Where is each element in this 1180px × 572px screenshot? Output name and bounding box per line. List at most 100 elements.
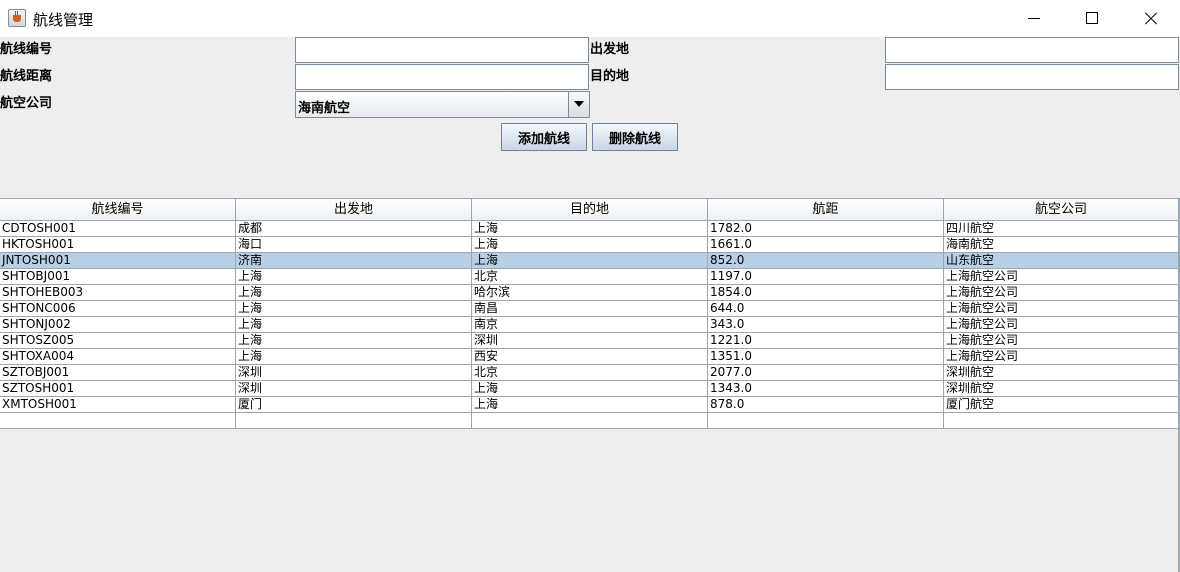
table-row[interactable]: JNTOSH001 济南 上海 852.0 山东航空 <box>0 253 1180 269</box>
cell-destination[interactable] <box>472 413 708 428</box>
cell-destination[interactable]: 北京 <box>472 365 708 380</box>
minimize-button[interactable] <box>1004 0 1062 37</box>
delete-route-button[interactable]: 删除航线 <box>592 123 678 151</box>
cell-route-no[interactable]: HKTOSH001 <box>0 237 236 252</box>
cell-distance[interactable]: 1661.0 <box>708 237 944 252</box>
close-button[interactable] <box>1120 0 1178 37</box>
add-route-button[interactable]: 添加航线 <box>501 123 587 151</box>
cell-destination[interactable]: 南昌 <box>472 301 708 316</box>
airline-label: 航空公司 <box>0 96 53 111</box>
table-row[interactable]: XMTOSH001 厦门 上海 878.0 厦门航空 <box>0 397 1180 413</box>
distance-field[interactable] <box>295 64 589 90</box>
cell-distance[interactable]: 1197.0 <box>708 269 944 284</box>
cell-destination[interactable]: 上海 <box>472 397 708 412</box>
maximize-button[interactable] <box>1062 0 1120 37</box>
column-header-route-no[interactable]: 航线编号 <box>0 199 236 220</box>
cell-destination[interactable]: 深圳 <box>472 333 708 348</box>
table-row[interactable]: SHTOSZ005 上海 深圳 1221.0 上海航空公司 <box>0 333 1180 349</box>
table-row[interactable]: SHTOXA004 上海 西安 1351.0 上海航空公司 <box>0 349 1180 365</box>
cell-destination[interactable]: 上海 <box>472 237 708 252</box>
cell-airline[interactable]: 上海航空公司 <box>944 349 1179 364</box>
table-row[interactable]: CDTOSH001 成都 上海 1782.0 四川航空 <box>0 221 1180 237</box>
cell-airline[interactable]: 四川航空 <box>944 221 1179 236</box>
cell-distance[interactable]: 1221.0 <box>708 333 944 348</box>
table-row[interactable] <box>0 413 1180 429</box>
cell-airline[interactable]: 上海航空公司 <box>944 285 1179 300</box>
window-title: 航线管理 <box>33 11 94 29</box>
dropdown-arrow-button[interactable] <box>568 92 589 117</box>
cell-distance[interactable]: 1343.0 <box>708 381 944 396</box>
cell-destination[interactable]: 南京 <box>472 317 708 332</box>
cell-route-no[interactable]: SHTOBJ001 <box>0 269 236 284</box>
column-header-distance[interactable]: 航距 <box>708 199 944 220</box>
cell-destination[interactable]: 上海 <box>472 221 708 236</box>
cell-distance[interactable]: 1854.0 <box>708 285 944 300</box>
cell-airline[interactable]: 上海航空公司 <box>944 317 1179 332</box>
cell-distance[interactable]: 1351.0 <box>708 349 944 364</box>
cell-origin[interactable]: 上海 <box>236 333 472 348</box>
title-bar: 航线管理 <box>0 0 1180 37</box>
cell-distance[interactable]: 644.0 <box>708 301 944 316</box>
cell-destination[interactable]: 上海 <box>472 381 708 396</box>
table-row[interactable]: HKTOSH001 海口 上海 1661.0 海南航空 <box>0 237 1180 253</box>
cell-route-no[interactable]: CDTOSH001 <box>0 221 236 236</box>
cell-origin[interactable]: 深圳 <box>236 365 472 380</box>
cell-distance[interactable]: 852.0 <box>708 253 944 268</box>
java-app-icon <box>8 9 26 27</box>
cell-airline[interactable]: 上海航空公司 <box>944 333 1179 348</box>
cell-airline[interactable]: 深圳航空 <box>944 381 1179 396</box>
cell-destination[interactable]: 北京 <box>472 269 708 284</box>
cell-origin[interactable]: 上海 <box>236 349 472 364</box>
cell-origin[interactable]: 海口 <box>236 237 472 252</box>
cell-route-no[interactable]: SZTOBJ001 <box>0 365 236 380</box>
route-no-field[interactable] <box>295 37 589 63</box>
cell-origin[interactable]: 深圳 <box>236 381 472 396</box>
cell-route-no[interactable]: SZTOSH001 <box>0 381 236 396</box>
cell-route-no[interactable]: SHTONJ002 <box>0 317 236 332</box>
cell-airline[interactable]: 厦门航空 <box>944 397 1179 412</box>
destination-field[interactable] <box>885 64 1179 90</box>
cell-origin[interactable] <box>236 413 472 428</box>
table-row[interactable]: SHTONC006 上海 南昌 644.0 上海航空公司 <box>0 301 1180 317</box>
cell-route-no[interactable]: JNTOSH001 <box>0 253 236 268</box>
cell-distance[interactable] <box>708 413 944 428</box>
table-row[interactable]: SHTOHEB003 上海 哈尔滨 1854.0 上海航空公司 <box>0 285 1180 301</box>
cell-distance[interactable]: 1782.0 <box>708 221 944 236</box>
cell-origin[interactable]: 上海 <box>236 301 472 316</box>
cell-route-no[interactable]: XMTOSH001 <box>0 397 236 412</box>
cell-route-no[interactable]: SHTONC006 <box>0 301 236 316</box>
cell-airline[interactable]: 上海航空公司 <box>944 301 1179 316</box>
table-header: 航线编号 出发地 目的地 航距 航空公司 <box>0 198 1180 221</box>
cell-airline[interactable]: 深圳航空 <box>944 365 1179 380</box>
table-row[interactable]: SZTOBJ001 深圳 北京 2077.0 深圳航空 <box>0 365 1180 381</box>
cell-route-no[interactable]: SHTOXA004 <box>0 349 236 364</box>
cell-destination[interactable]: 哈尔滨 <box>472 285 708 300</box>
cell-origin[interactable]: 厦门 <box>236 397 472 412</box>
cell-origin[interactable]: 上海 <box>236 317 472 332</box>
cell-airline[interactable] <box>944 413 1179 428</box>
cell-airline[interactable]: 山东航空 <box>944 253 1179 268</box>
cell-origin[interactable]: 上海 <box>236 269 472 284</box>
cell-origin[interactable]: 上海 <box>236 285 472 300</box>
cell-route-no[interactable] <box>0 413 236 428</box>
origin-field[interactable] <box>885 37 1179 63</box>
airline-dropdown[interactable]: 海南航空 <box>295 91 590 118</box>
cell-route-no[interactable]: SHTOSZ005 <box>0 333 236 348</box>
cell-destination[interactable]: 上海 <box>472 253 708 268</box>
cell-origin[interactable]: 成都 <box>236 221 472 236</box>
cell-airline[interactable]: 海南航空 <box>944 237 1179 252</box>
route-no-label: 航线编号 <box>0 42 53 57</box>
column-header-origin[interactable]: 出发地 <box>236 199 472 220</box>
column-header-destination[interactable]: 目的地 <box>472 199 708 220</box>
cell-distance[interactable]: 343.0 <box>708 317 944 332</box>
cell-airline[interactable]: 上海航空公司 <box>944 269 1179 284</box>
cell-route-no[interactable]: SHTOHEB003 <box>0 285 236 300</box>
cell-distance[interactable]: 878.0 <box>708 397 944 412</box>
table-row[interactable]: SHTOBJ001 上海 北京 1197.0 上海航空公司 <box>0 269 1180 285</box>
table-row[interactable]: SHTONJ002 上海 南京 343.0 上海航空公司 <box>0 317 1180 333</box>
cell-distance[interactable]: 2077.0 <box>708 365 944 380</box>
cell-origin[interactable]: 济南 <box>236 253 472 268</box>
column-header-airline[interactable]: 航空公司 <box>944 199 1179 220</box>
cell-destination[interactable]: 西安 <box>472 349 708 364</box>
table-row[interactable]: SZTOSH001 深圳 上海 1343.0 深圳航空 <box>0 381 1180 397</box>
